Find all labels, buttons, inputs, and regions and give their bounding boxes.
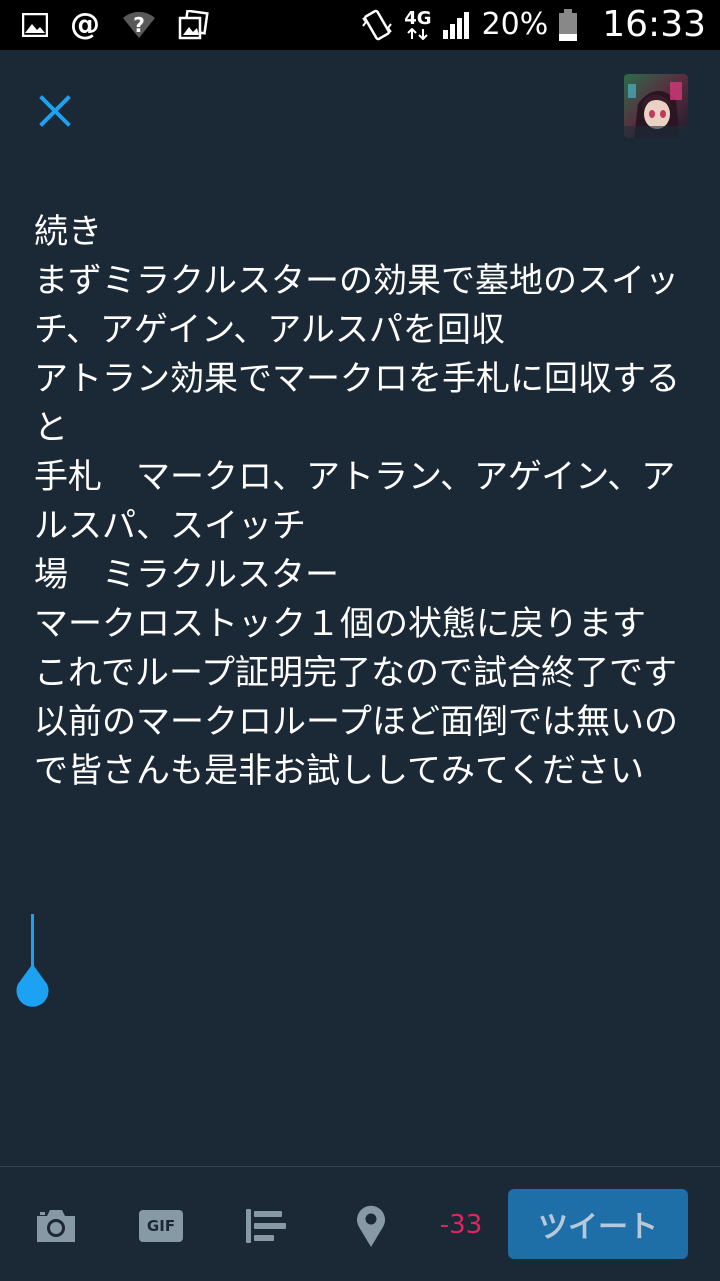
status-bar-system: 4G 20% 16:33	[360, 4, 706, 46]
location-button[interactable]	[348, 1203, 394, 1249]
network-type: 4G	[404, 8, 432, 29]
compose-toolbar: GIF -33 ツイート	[0, 1166, 720, 1281]
poll-button[interactable]	[243, 1203, 289, 1249]
gif-label: GIF	[146, 1217, 176, 1235]
network-4g-icon: 4G	[404, 8, 432, 40]
text-cursor-handle[interactable]	[12, 914, 52, 1014]
tweet-text-input[interactable]: 続き まずミラクルスターの効果で墓地のスイッチ、アゲイン、アルスパを回収 アトラ…	[34, 208, 694, 796]
photos-icon	[178, 10, 210, 40]
svg-text:?: ?	[133, 13, 145, 37]
gif-icon: GIF	[139, 1210, 183, 1242]
character-count: -33	[439, 1210, 483, 1240]
battery-icon	[558, 8, 578, 42]
image-icon	[22, 13, 48, 37]
close-button[interactable]	[34, 90, 76, 132]
avatar[interactable]	[624, 74, 688, 138]
tweet-button[interactable]: ツイート	[508, 1189, 688, 1259]
camera-icon	[37, 1210, 75, 1242]
at-icon: @	[70, 7, 100, 42]
vibrate-icon	[360, 8, 394, 42]
status-bar-notifications: @ ?	[22, 8, 210, 42]
camera-button[interactable]	[33, 1203, 79, 1249]
battery-percent: 20%	[481, 7, 549, 42]
poll-icon	[246, 1209, 286, 1243]
close-icon	[39, 95, 71, 127]
location-icon	[357, 1205, 385, 1247]
status-bar: @ ? 4G 20% 16:33	[0, 0, 720, 50]
compose-header	[0, 50, 720, 160]
signal-icon	[442, 10, 472, 40]
wifi-unknown-icon: ?	[122, 10, 156, 40]
clock: 16:33	[602, 4, 706, 45]
gif-button[interactable]: GIF	[138, 1203, 184, 1249]
